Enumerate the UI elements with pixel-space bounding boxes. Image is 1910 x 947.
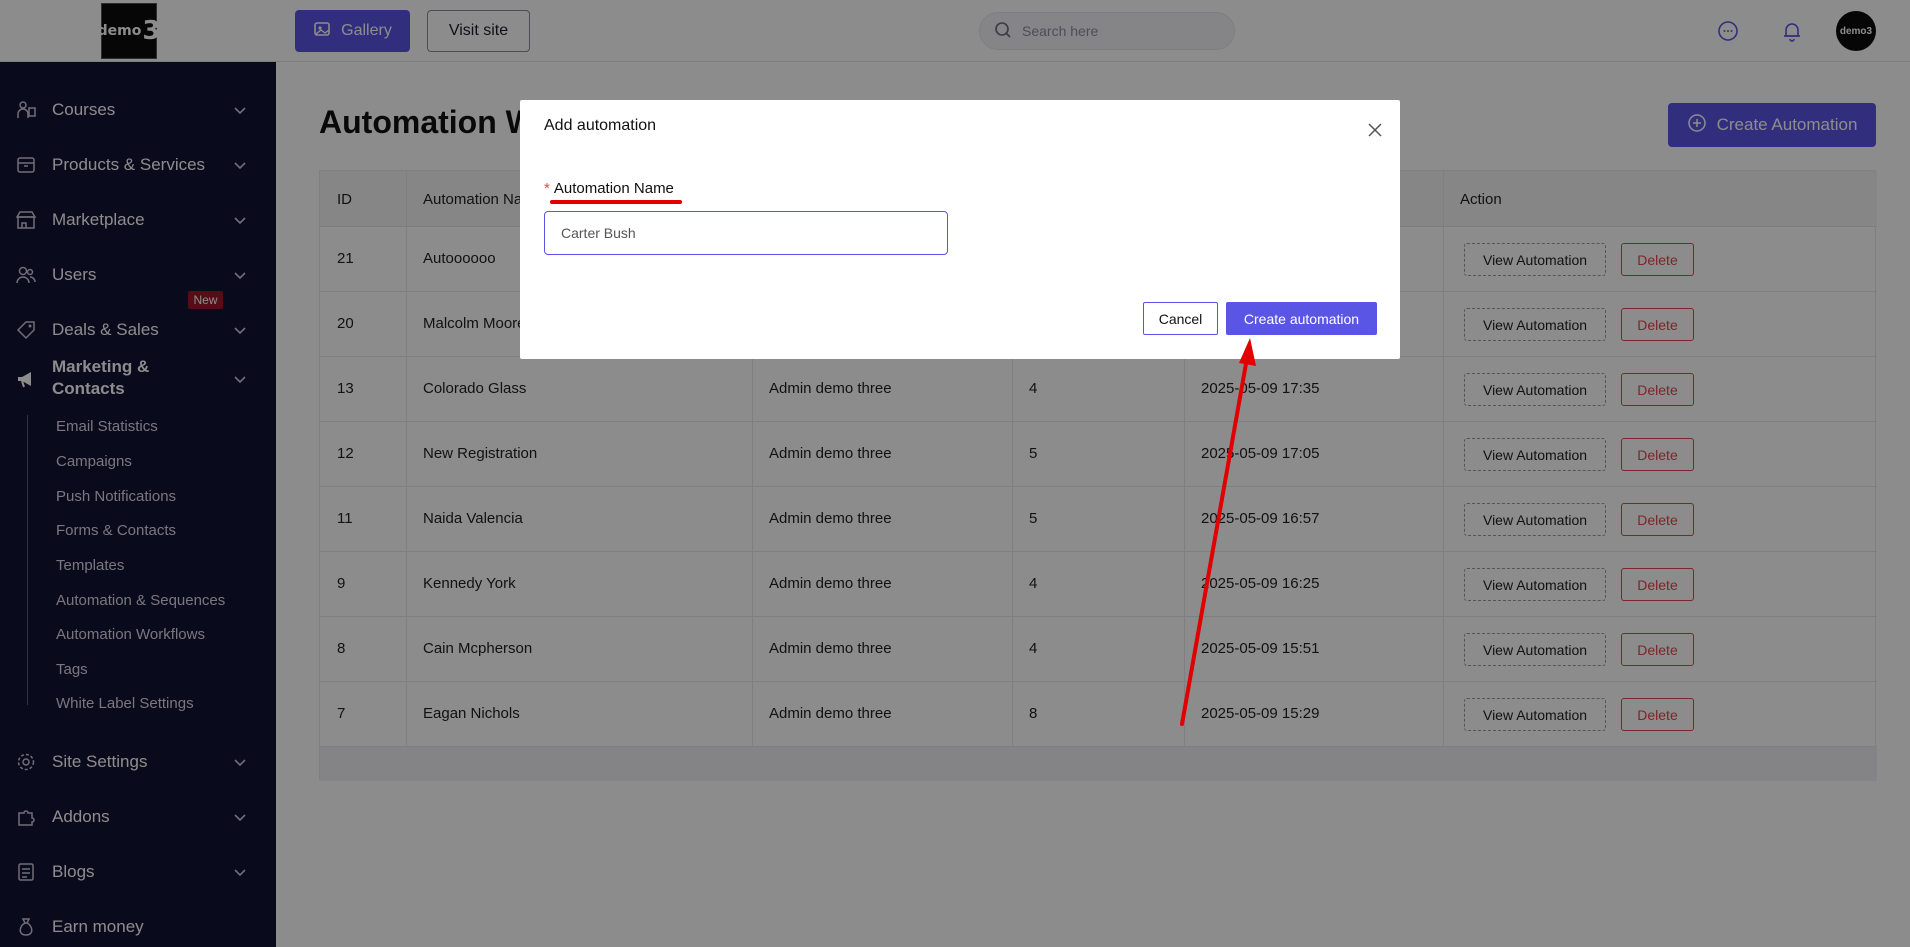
modal-title: Add automation bbox=[544, 117, 657, 134]
create-automation-submit-button[interactable]: Create automation bbox=[1226, 302, 1377, 335]
automation-name-label-text: Automation Name bbox=[553, 180, 674, 197]
cancel-button[interactable]: Cancel bbox=[1143, 302, 1218, 335]
close-icon[interactable] bbox=[1363, 118, 1387, 142]
automation-name-label: * Automation Name bbox=[544, 180, 674, 197]
add-automation-modal: Add automation *Automation Name Cancel C… bbox=[520, 100, 1400, 359]
annotation-underline bbox=[550, 200, 682, 204]
required-marker: * bbox=[544, 180, 550, 197]
automation-name-input[interactable] bbox=[544, 211, 948, 255]
